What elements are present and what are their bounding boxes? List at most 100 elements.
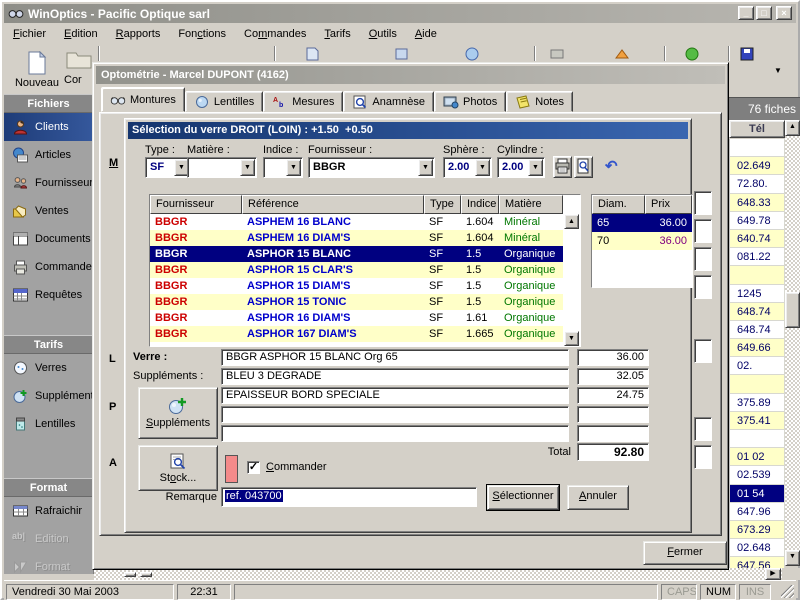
verre-field[interactable]: BBGR ASPHOR 15 BLANC Org 65 — [221, 349, 569, 366]
sphere-select[interactable]: 2.00 ▼ — [443, 157, 492, 178]
close-icon[interactable]: × — [776, 6, 792, 20]
fermer-button[interactable]: Fermer — [643, 541, 727, 565]
list-item[interactable]: 02.539 — [730, 466, 785, 484]
matiere-select[interactable]: ▼ — [187, 157, 257, 178]
cylindre-select[interactable]: 2.00 ▼ — [497, 157, 545, 178]
list-item[interactable]: 02.648 — [730, 539, 785, 557]
print-button[interactable] — [553, 156, 572, 178]
scrollbar-thumb[interactable] — [785, 292, 800, 328]
toolbar-icon[interactable] — [304, 47, 320, 61]
sidebar-item-fournisseurs[interactable]: Fournisseurs — [4, 169, 93, 197]
menu-rapports[interactable]: Rapports — [107, 26, 170, 42]
toolbar-icon[interactable] — [684, 47, 700, 61]
list-item[interactable]: 72.80. — [730, 175, 785, 193]
splitter-handle[interactable] — [124, 572, 136, 577]
commander-checkbox[interactable]: ✓ — [247, 461, 260, 474]
table-row[interactable]: 70 36.00 — [592, 232, 692, 250]
tab-photos[interactable]: Photos — [434, 91, 506, 112]
undo-icon[interactable]: ↶ — [605, 157, 618, 175]
toolbar-icon[interactable] — [394, 47, 410, 61]
list-item[interactable]: 647.56 — [730, 557, 785, 568]
splitter-handle[interactable] — [140, 572, 152, 577]
toolbar-overflow-icon[interactable]: ▼ — [774, 66, 782, 75]
column-header[interactable]: Type — [424, 195, 461, 214]
table-row[interactable]: BBGR ASPHOR 15 DIAM'S SF 1.5 Organique — [150, 278, 563, 294]
table-scrollbar[interactable]: ▲ ▼ — [564, 214, 580, 346]
list-item[interactable]: 081.22 — [730, 248, 785, 266]
list-item[interactable] — [730, 430, 785, 448]
table-row[interactable]: BBGR ASPHOR 15 CLAR'S SF 1.5 Organique — [150, 262, 563, 278]
column-header[interactable]: Indice — [461, 195, 499, 214]
stock-button[interactable]: Stock... — [138, 445, 218, 491]
menu-outils[interactable]: Outils — [360, 26, 406, 42]
scroll-down-icon[interactable]: ▼ — [564, 331, 579, 346]
toolbar-partial-label[interactable]: Cor — [64, 74, 94, 86]
chevron-down-icon[interactable]: ▼ — [475, 159, 490, 176]
list-item[interactable]: 375.41 — [730, 412, 785, 430]
fournisseur-select[interactable]: BBGR ▼ — [308, 157, 435, 178]
table-row[interactable]: BBGR ASPHOR 15 TONIC SF 1.5 Organique — [150, 294, 563, 310]
tel-column-header[interactable]: Tél — [729, 120, 785, 138]
tab-montures[interactable]: Montures — [101, 87, 185, 112]
sidebar-item-requetes[interactable]: Requêtes — [4, 281, 93, 309]
sidebar-item-commandes[interactable]: Commandes — [4, 253, 93, 281]
list-item[interactable]: 649.78 — [730, 212, 785, 230]
scroll-up-icon[interactable]: ▲ — [785, 120, 800, 136]
list-item[interactable]: 02. — [730, 357, 785, 375]
tab-anamnese[interactable]: Anamnèse — [343, 91, 434, 112]
select-button[interactable]: Sélectionner — [487, 485, 559, 510]
supplements-button[interactable]: Suppléments — [138, 387, 218, 439]
sidebar-item-lentilles[interactable]: Lentilles — [4, 410, 93, 438]
maximize-icon[interactable]: □ — [756, 6, 772, 20]
chevron-down-icon[interactable]: ▼ — [286, 159, 301, 176]
minimize-icon[interactable]: _ — [738, 6, 754, 20]
scroll-down-icon[interactable]: ▼ — [785, 550, 800, 566]
column-header[interactable]: Diam. — [592, 195, 645, 214]
list-item[interactable]: 375.89 — [730, 394, 785, 412]
list-item[interactable]: 640.74 — [730, 230, 785, 248]
tab-notes[interactable]: Notes — [506, 91, 573, 112]
chevron-down-icon[interactable]: ▼ — [240, 159, 255, 176]
sidebar-item-ventes[interactable]: Ventes — [4, 197, 93, 225]
menu-commandes[interactable]: Commandes — [235, 26, 315, 42]
tab-lentilles[interactable]: Lentilles — [185, 91, 263, 112]
menu-edition[interactable]: Edition — [55, 26, 107, 42]
list-item-selected[interactable]: 01 54 — [730, 485, 785, 503]
sidebar-item-rafraichir[interactable]: Rafraichir — [4, 497, 93, 525]
supplement-field[interactable] — [221, 406, 569, 423]
remarque-input[interactable]: ref. 043700 — [221, 487, 477, 507]
supplement-field[interactable]: EPAISSEUR BORD SPECIALE — [221, 387, 569, 404]
preview-button[interactable] — [574, 156, 593, 178]
sidebar-item-articles[interactable]: Articles — [4, 141, 93, 169]
list-item[interactable] — [730, 139, 785, 157]
table-row-selected[interactable]: 65 36.00 — [592, 214, 692, 232]
cancel-button[interactable]: Annuler — [567, 485, 629, 510]
menu-tarifs[interactable]: Tarifs — [315, 26, 359, 42]
list-item[interactable] — [730, 266, 785, 284]
column-header[interactable]: Référence — [242, 195, 424, 214]
dialog-title-bar[interactable]: Optométrie - Marcel DUPONT (4162) — [96, 66, 725, 84]
list-item[interactable]: 01 02 — [730, 448, 785, 466]
scroll-up-icon[interactable]: ▲ — [564, 214, 579, 229]
column-header[interactable]: Prix — [645, 195, 692, 214]
list-item[interactable]: 648.74 — [730, 321, 785, 339]
vertical-scrollbar[interactable] — [785, 136, 800, 550]
table-row[interactable]: BBGR ASPHOR 167 DIAM'S SF 1.665 Organiqu… — [150, 326, 563, 342]
column-header[interactable]: Matière — [499, 195, 563, 214]
chevron-down-icon[interactable]: ▼ — [528, 159, 543, 176]
table-row[interactable]: BBGR ASPHEM 16 BLANC SF 1.604 Minéral — [150, 214, 563, 230]
menu-fichier[interactable]: Fichier — [4, 26, 55, 42]
menu-fonctions[interactable]: Fonctions — [169, 26, 235, 42]
table-row-selected[interactable]: BBGR ASPHOR 15 BLANC SF 1.5 Organique — [150, 246, 563, 262]
list-item[interactable]: 647.96 — [730, 503, 785, 521]
table-row[interactable]: BBGR ASPHEM 16 DIAM'S SF 1.604 Minéral — [150, 230, 563, 246]
sidebar-item-supplements[interactable]: Suppléments — [4, 382, 93, 410]
list-item[interactable]: 648.33 — [730, 194, 785, 212]
tab-mesures[interactable]: Ab Mesures — [263, 91, 343, 112]
list-item[interactable]: 1245 — [730, 285, 785, 303]
toolbar-icon[interactable] — [549, 47, 565, 61]
toolbar-icon[interactable] — [464, 47, 480, 61]
table-row[interactable]: BBGR ASPHOR 16 DIAM'S SF 1.61 Organique — [150, 310, 563, 326]
indice-select[interactable]: ▼ — [263, 157, 303, 178]
list-item[interactable] — [730, 375, 785, 393]
